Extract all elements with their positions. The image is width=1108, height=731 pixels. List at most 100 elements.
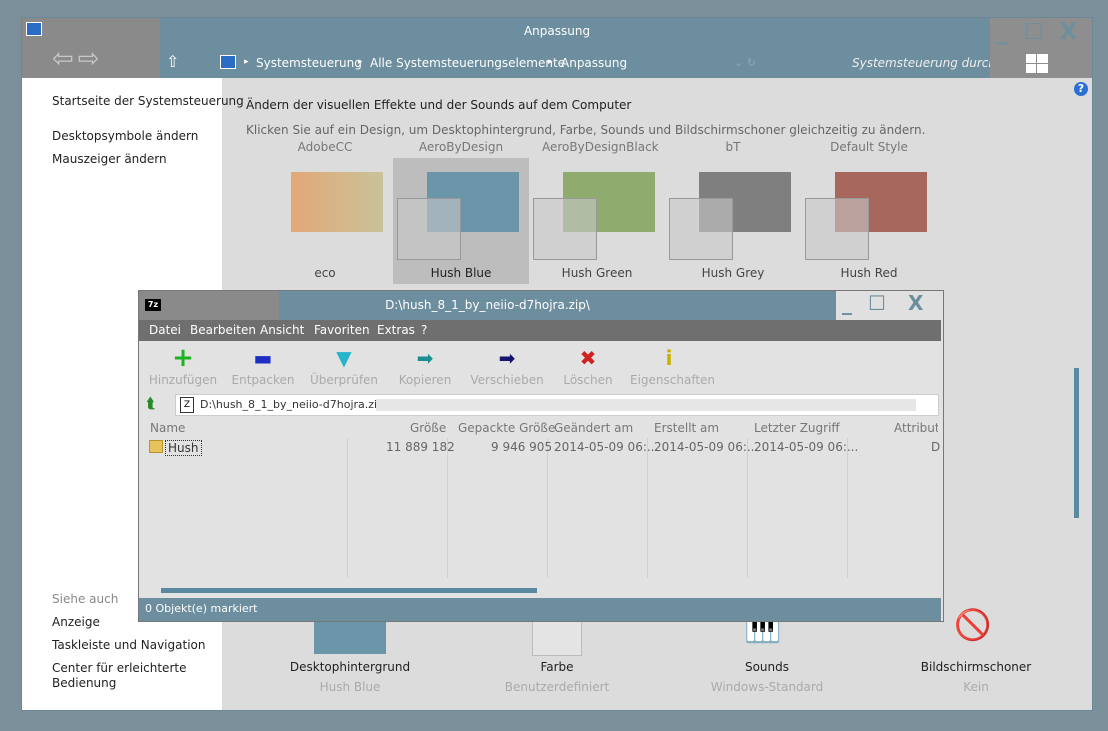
column-accessed[interactable]: Letzter Zugriff <box>754 421 840 435</box>
plus-icon: + <box>172 343 194 373</box>
theme-name-top[interactable]: AeroByDesignBlack <box>542 140 659 154</box>
theme-label: Hush Blue <box>430 266 492 280</box>
breadcrumb-systemsteuerung[interactable]: Systemsteuerung <box>256 56 362 70</box>
see-also-title: Siehe auch <box>52 592 119 606</box>
table-row-name[interactable]: Hush <box>165 440 202 456</box>
zip-close-button[interactable]: X <box>908 291 923 315</box>
column-divider <box>747 438 748 578</box>
control-panel-icon <box>220 55 236 69</box>
table-row-modified: 2014-05-09 06:... <box>554 440 659 454</box>
zip-menu-bar: Datei Bearbeiten Ansicht Favoriten Extra… <box>139 320 941 341</box>
breadcrumb-separator: ▸ <box>244 57 249 67</box>
table-row-size: 11 889 182 <box>386 440 455 454</box>
column-divider <box>647 438 648 578</box>
history-dropdown-icon[interactable]: ⌄ ↻ <box>734 56 756 69</box>
page-subheading: Klicken Sie auf ein Design, um Desktophi… <box>246 123 926 137</box>
toolbar-add-button[interactable]: + Hinzufügen <box>144 343 222 387</box>
horizontal-scrollbar[interactable] <box>161 588 537 593</box>
sidebar-link-ease-of-access-2[interactable]: Bedienung <box>52 676 116 690</box>
table-row-accessed: 2014-05-09 06:... <box>754 440 859 454</box>
color-thumb[interactable] <box>532 616 582 656</box>
screensaver-icon[interactable]: 🚫 <box>954 608 991 643</box>
maximize-button[interactable]: ☐ <box>1024 20 1044 45</box>
menu-favoriten[interactable]: Favoriten <box>314 323 370 337</box>
toolbar-extract-button[interactable]: ▬ Entpacken <box>224 347 302 387</box>
screensaver-label[interactable]: Bildschirmschoner <box>896 660 1056 674</box>
back-forward-arrows[interactable]: ⇦⇨ <box>52 44 104 74</box>
page-heading: Ändern der visuellen Effekte und der Sou… <box>246 98 632 112</box>
theme-ghost <box>669 198 733 260</box>
toolbar-copy-button[interactable]: ➡ Kopieren <box>386 347 464 387</box>
sidebar-link-mouse-pointer[interactable]: Mauszeiger ändern <box>52 152 167 166</box>
close-button[interactable]: X <box>1060 20 1077 45</box>
help-icon[interactable]: ? <box>1074 82 1088 96</box>
zip-file-icon: Z <box>180 397 194 413</box>
toolbar-label: Überprüfen <box>309 373 379 387</box>
info-icon: i <box>665 346 673 370</box>
theme-hush-green[interactable]: Hush Green <box>529 158 665 284</box>
toolbar-properties-button[interactable]: i Eigenschaften <box>630 346 715 387</box>
menu-ansicht[interactable]: Ansicht <box>260 323 304 337</box>
column-modified[interactable]: Geändert am <box>554 421 633 435</box>
breadcrumb-all-items[interactable]: Alle Systemsteuerungselemente <box>370 56 565 70</box>
theme-hush-blue[interactable]: Hush Blue <box>393 158 529 284</box>
table-row-created: 2014-05-09 06:... <box>654 440 759 454</box>
sidebar-link-ease-of-access[interactable]: Center für erleichterte <box>52 661 186 675</box>
theme-name-top[interactable]: Default Style <box>814 140 924 154</box>
7zip-window: 7z D:\hush_8_1_by_neiio-d7hojra.zip\ _ ☐… <box>139 291 943 621</box>
toolbar-label: Verschieben <box>470 373 544 387</box>
zip-maximize-button[interactable]: ☐ <box>868 291 886 315</box>
sidebar-link-taskbar[interactable]: Taskleiste und Navigation <box>52 638 205 652</box>
address-fill <box>376 399 916 411</box>
scrollbar[interactable] <box>1074 368 1079 518</box>
toolbar-delete-button[interactable]: ✖ Löschen <box>549 347 627 387</box>
desktop-background-thumb[interactable] <box>314 616 386 654</box>
sidebar-home-link[interactable]: Startseite der Systemsteuerung <box>52 94 244 108</box>
column-divider <box>847 438 848 578</box>
sidebar-link-display[interactable]: Anzeige <box>52 615 100 629</box>
theme-eco[interactable]: eco <box>257 158 393 284</box>
column-created[interactable]: Erstellt am <box>654 421 719 435</box>
desktop-background-value: Hush Blue <box>319 680 381 694</box>
folder-up-icon[interactable]: ⮬ <box>147 396 155 412</box>
column-size[interactable]: Größe <box>410 421 446 435</box>
title-bar: Anpassung ⇦⇨ ⇧ ▸ Systemsteuerung ▸ Alle … <box>22 18 1092 78</box>
status-text: 0 Objekt(e) markiert <box>145 602 258 615</box>
theme-swatch <box>291 172 383 232</box>
zip-window-title: D:\hush_8_1_by_neiio-d7hojra.zip\ <box>385 298 590 312</box>
theme-name-top[interactable]: AdobeCC <box>270 140 380 154</box>
toolbar-move-button[interactable]: ➡ Verschieben <box>468 347 546 387</box>
breadcrumb-anpassung[interactable]: Anpassung <box>561 56 627 70</box>
toolbar-label: Löschen <box>563 373 613 387</box>
theme-name-top[interactable]: AeroByDesign <box>406 140 516 154</box>
sounds-value: Windows-Standard <box>710 680 824 694</box>
table-row-attr: D <box>931 440 941 454</box>
breadcrumb-separator: ▸ <box>548 57 553 67</box>
menu-extras[interactable]: Extras <box>377 323 415 337</box>
column-divider <box>447 438 448 578</box>
column-divider <box>347 438 348 578</box>
column-name[interactable]: Name <box>150 421 185 435</box>
theme-hush-grey[interactable]: Hush Grey <box>665 158 801 284</box>
toolbar-test-button[interactable]: ▼ Überprüfen <box>305 347 383 387</box>
table-row-packed: 9 946 905 <box>491 440 553 454</box>
theme-label: eco <box>314 266 336 280</box>
zip-minimize-button[interactable]: _ <box>842 291 852 315</box>
color-label[interactable]: Farbe <box>477 660 637 674</box>
address-bar[interactable]: Z D:\hush_8_1_by_neiio-d7hojra.zip\ <box>175 394 939 416</box>
toolbar-label: Entpacken <box>231 373 295 387</box>
sounds-label[interactable]: Sounds <box>687 660 847 674</box>
theme-ghost <box>397 198 461 260</box>
sidebar-link-desktop-icons[interactable]: Desktopsymbole ändern <box>52 129 198 143</box>
menu-datei[interactable]: Datei <box>149 323 181 337</box>
minimize-button[interactable]: _ <box>996 20 1007 45</box>
column-packed-size[interactable]: Gepackte Größe <box>458 421 555 435</box>
theme-hush-red[interactable]: Hush Red <box>801 158 937 284</box>
menu-bearbeiten[interactable]: Bearbeiten <box>190 323 256 337</box>
minus-icon: ▬ <box>253 346 273 370</box>
up-arrow-icon[interactable]: ⇧ <box>166 52 179 71</box>
column-attributes[interactable]: Attribute <box>894 421 938 435</box>
desktop-background-label[interactable]: Desktophintergrund <box>270 660 430 674</box>
theme-name-top[interactable]: bT <box>678 140 788 154</box>
menu-help[interactable]: ? <box>421 323 427 337</box>
